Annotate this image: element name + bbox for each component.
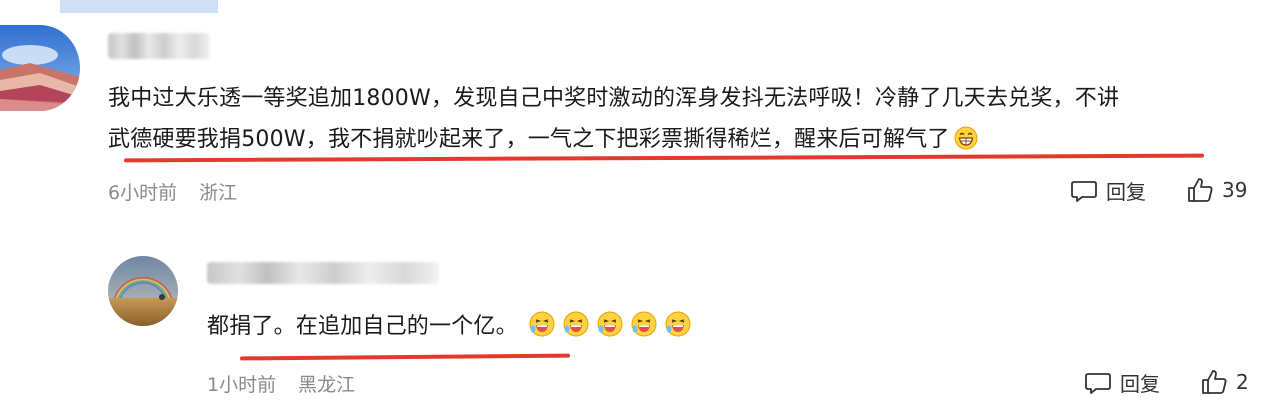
comment-bubble-icon — [1071, 180, 1097, 202]
laughing-face-emoji-icon — [631, 311, 657, 337]
reply-label: 回复 — [1106, 180, 1146, 204]
comment-meta: 1小时前 黑龙江 — [207, 370, 355, 397]
comment-meta: 6小时前 浙江 — [108, 178, 237, 205]
rainbow-mountain-avatar-image — [0, 25, 80, 111]
like-count: 2 — [1236, 370, 1249, 394]
comment-bubble-icon — [1085, 372, 1111, 394]
reply-button[interactable]: 回复 — [1084, 368, 1160, 397]
comment-text-line-2: 武德硬要我捐500W，我不捐就吵起来了，一气之下把彩票撕得稀烂，醒来后可解气了 — [108, 127, 950, 152]
emoji-group — [528, 310, 692, 338]
comment-text: 我中过大乐透一等奖追加1800W，发现自己中奖时激动的浑身发抖无法呼吸！冷静了几… — [108, 78, 1268, 160]
like-button[interactable]: 2 — [1200, 368, 1249, 396]
like-button[interactable]: 39 — [1186, 176, 1247, 204]
reply-label: 回复 — [1120, 372, 1160, 396]
laughing-face-emoji-icon — [597, 311, 623, 337]
avatar[interactable] — [108, 256, 178, 326]
blurred-username[interactable] — [207, 262, 439, 284]
rainbow-field-avatar-image — [108, 256, 178, 326]
comment-location: 浙江 — [199, 182, 238, 204]
like-count: 39 — [1222, 178, 1248, 202]
laughing-face-emoji-icon — [665, 311, 691, 337]
comment-time: 6小时前 — [108, 182, 178, 204]
highlight-underline — [239, 353, 571, 361]
thumbs-up-icon — [1188, 178, 1213, 202]
avatar[interactable] — [0, 25, 80, 111]
blurred-username[interactable] — [108, 33, 210, 59]
top-edge-strip — [60, 0, 218, 13]
grinning-face-emoji-icon — [954, 126, 978, 150]
laughing-face-emoji-icon — [529, 311, 555, 337]
reply-button[interactable]: 回复 — [1070, 176, 1146, 205]
comment-text-line-1: 都捐了。在追加自己的一个亿。 — [207, 314, 518, 339]
comment-location: 黑龙江 — [298, 374, 356, 396]
comment-time: 1小时前 — [207, 374, 277, 396]
thumbs-up-icon — [1202, 370, 1227, 394]
comment-text-line-1: 我中过大乐透一等奖追加1800W，发现自己中奖时激动的浑身发抖无法呼吸！冷静了几… — [108, 86, 1120, 111]
laughing-face-emoji-icon — [563, 311, 589, 337]
comment-text: 都捐了。在追加自己的一个亿。 — [207, 306, 692, 347]
